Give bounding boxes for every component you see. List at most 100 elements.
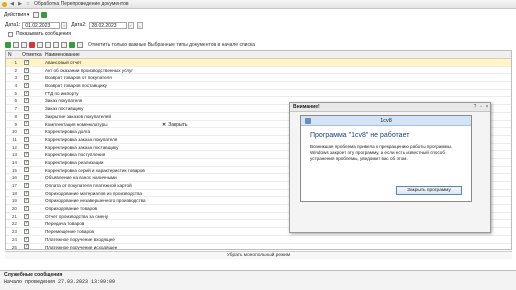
row-mark[interactable] [20,151,42,158]
row-checkbox[interactable] [24,113,29,120]
remove-exclusive-mode-button[interactable]: Убрать монопольный режим [5,251,512,259]
row-name: Возврат товаров от покупателя [45,75,112,81]
row-checkbox[interactable] [24,174,29,181]
row-mark[interactable] [20,82,42,89]
row-mark[interactable] [20,166,42,173]
crash-dialog: 1cv8 Программа "1cv8" не работает Возник… [300,115,472,202]
row-number: 5 [14,90,17,96]
calendar-icon[interactable]: ▫ [127,21,134,29]
row-checkbox[interactable] [24,97,29,104]
table-row[interactable]: 24 Платежное поручение входящее [6,236,511,244]
delete-icon[interactable] [29,41,35,48]
row-checkbox[interactable] [24,220,29,227]
row-checkbox[interactable] [24,213,29,220]
table-row[interactable]: 4 Возврат товаров поставщику [6,82,511,90]
row-checkbox[interactable] [24,190,29,197]
row-name: Акт об оказании производственных услуг [45,67,134,73]
row-mark[interactable] [20,220,42,227]
row-checkbox[interactable] [24,128,29,135]
edit-icon[interactable] [21,41,27,48]
row-checkbox[interactable] [24,166,29,173]
actions-menu[interactable]: Действия ▾ [4,12,49,18]
refresh-icon[interactable] [41,12,48,18]
run-icon[interactable] [33,12,40,18]
row-mark[interactable] [20,90,42,97]
row-mark[interactable] [20,213,42,220]
attention-close-button[interactable]: ✕ Закрыть [162,122,187,128]
period-picker-button[interactable]: ... [136,21,143,29]
row-mark[interactable] [20,67,42,74]
show-messages-option[interactable]: Показывать сообщения [5,31,71,37]
calendar-icon[interactable]: ▫ [61,21,68,29]
row-checkbox[interactable] [24,136,29,143]
row-mark[interactable] [20,190,42,197]
row-checkbox[interactable] [24,82,29,89]
sort-desc-icon[interactable] [61,41,67,48]
copy-icon[interactable] [13,41,19,48]
check-all-icon[interactable] [69,41,75,48]
row-mark[interactable] [20,159,42,166]
date-to-field[interactable]: 28.02.2023 [88,21,127,29]
row-checkbox[interactable] [24,243,29,249]
row-checkbox[interactable] [24,120,29,127]
table-row[interactable]: 5 ГТД по импорту [6,90,511,98]
row-name: Авансовый отчет [45,60,82,65]
row-checkbox[interactable] [24,159,29,166]
row-number: 8 [14,113,17,119]
back-icon[interactable]: ◀ [9,1,15,7]
move-down-icon[interactable] [45,41,51,48]
date-from-field[interactable]: 01.02.2023 [22,21,61,29]
sort-asc-icon[interactable] [53,41,59,48]
row-checkbox[interactable] [24,90,29,97]
table-row[interactable]: 25 Платежное поручение исходящее [6,243,511,250]
row-mark[interactable] [20,74,42,81]
uncheck-all-icon[interactable] [77,41,83,48]
row-mark[interactable] [20,228,42,235]
header-name[interactable]: Наименование [42,51,511,58]
favorite-icon[interactable]: ☆ [25,1,31,7]
row-number: 25 [11,244,17,250]
move-up-icon[interactable] [37,41,43,48]
row-number: 14 [11,159,17,165]
row-checkbox[interactable] [24,228,29,235]
row-mark[interactable] [20,205,42,212]
add-icon[interactable] [5,41,11,48]
row-checkbox[interactable] [24,197,29,204]
row-number: 12 [11,144,17,150]
header-mark[interactable]: Отметка [20,51,42,58]
table-row[interactable]: 1 Авансовый отчет [6,59,511,67]
close-icon[interactable]: × [484,103,490,111]
row-mark[interactable] [20,97,42,104]
row-checkbox[interactable] [24,236,29,243]
row-checkbox[interactable] [24,67,29,74]
row-mark[interactable] [20,113,42,120]
list-toolbar-hint[interactable]: Отметить только важные Выбранные типы до… [88,42,255,48]
row-checkbox[interactable] [24,74,29,81]
row-mark[interactable] [20,197,42,204]
forward-icon[interactable]: ▶ [17,1,23,7]
header-n[interactable]: N [6,51,20,58]
row-mark[interactable] [20,143,42,150]
row-mark[interactable] [20,243,42,249]
show-messages-label: Показывать сообщения [16,31,71,37]
row-mark[interactable] [20,182,42,189]
row-checkbox[interactable] [24,151,29,158]
table-row[interactable]: 2 Акт об оказании производственных услуг [6,67,511,75]
close-program-button[interactable]: Закрыть программу [396,186,462,195]
row-checkbox[interactable] [24,143,29,150]
row-mark[interactable] [20,174,42,181]
table-row[interactable]: 3 Возврат товаров от покупателя [6,74,511,83]
row-checkbox[interactable] [24,205,29,212]
row-checkbox[interactable] [24,105,29,112]
row-mark[interactable] [20,136,42,143]
row-mark[interactable] [20,128,42,135]
crash-window-title: 1cv8 [380,118,392,124]
row-mark[interactable] [20,59,42,66]
row-number: 20 [11,206,17,212]
row-mark[interactable] [20,236,42,243]
row-checkbox[interactable] [24,182,29,189]
row-mark[interactable] [20,120,42,127]
row-checkbox[interactable] [24,59,29,66]
show-messages-checkbox[interactable] [8,31,13,37]
row-mark[interactable] [20,105,42,112]
